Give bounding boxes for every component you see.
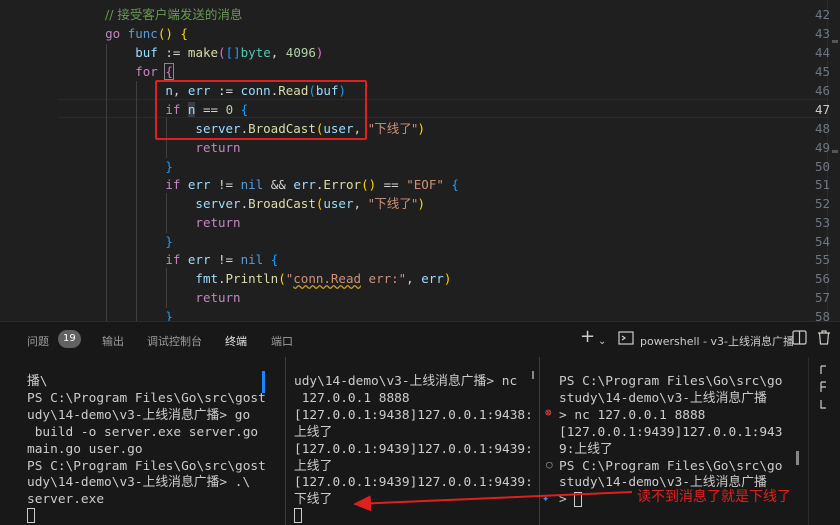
- annotation-arrow: [353, 491, 633, 512]
- annotation-text: 读不到消息了就是下线了: [637, 489, 791, 505]
